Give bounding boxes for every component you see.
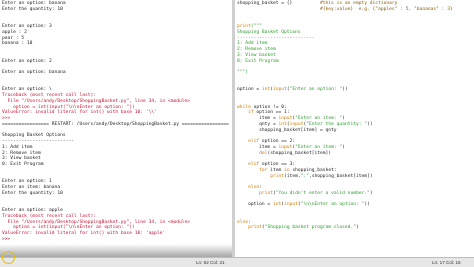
shell-line: ================= RESTART: /Users/andy/D… — [2, 121, 229, 127]
code-token: while — [237, 104, 251, 110]
code-token: """) — [237, 70, 249, 75]
code-token: print — [237, 24, 251, 29]
code-token: Shopping Basket Options — [237, 29, 301, 35]
code-token: 1: Add item — [237, 41, 268, 47]
code-token: print — [248, 225, 262, 231]
code-token: print — [270, 173, 285, 179]
code-token: option = — [237, 202, 273, 208]
code-token: (item, — [284, 173, 301, 179]
code-token: ) — [342, 116, 345, 121]
code-token: print — [259, 190, 273, 196]
code-token: 3: View basket — [237, 52, 276, 58]
code-token: #{key:value} e.g. {"apples" : 5, "banana… — [319, 6, 453, 12]
code-token: int — [261, 87, 271, 93]
code-token: )) — [364, 202, 370, 208]
code-token: input — [278, 116, 293, 121]
code-token: elif — [248, 139, 260, 144]
code-token: qnty = — [237, 121, 279, 127]
code-token: input — [278, 144, 293, 150]
code-token: ) — [355, 225, 359, 231]
code-token: shopping_basket: — [289, 167, 337, 173]
code-token: option == 1: — [253, 110, 290, 116]
code-token: input — [289, 121, 304, 127]
code-token: 0: Exit Program — [237, 58, 279, 64]
code-token: : — [259, 185, 262, 190]
code-token: )) — [367, 121, 373, 127]
editor-pane[interactable]: shopping_basket = {} #this is an empty d… — [235, 0, 474, 257]
code-token: option != — [250, 104, 282, 110]
code-token: elif — [248, 162, 260, 167]
code-token: input — [284, 202, 298, 208]
code-token: (""" — [250, 24, 262, 29]
code-token: item = — [237, 144, 279, 150]
shell-line: >>> — [2, 236, 14, 242]
code-token: "Enter the quantity: " — [306, 121, 368, 127]
code-token: "Enter an item: " — [295, 116, 343, 121]
code-token: "Enter an item: " — [295, 144, 343, 150]
code-token: ":" — [300, 173, 309, 179]
code-token: "Shopping basket program closed." — [264, 225, 356, 231]
code-token: "You didn't enter a valid number." — [275, 190, 370, 196]
code-token: (shopping_basket[item]) — [267, 150, 332, 156]
code-token: option = — [237, 87, 262, 93]
code-token: option == 2: — [259, 139, 296, 144]
shell-output[interactable]: Enter an option: banana Enter the quantit… — [2, 1, 232, 243]
code-editor[interactable]: shopping_basket = {} #this is an empty d… — [237, 1, 474, 231]
code-token: ---------------------------- — [237, 35, 315, 41]
editor-cursor-position: Ln: 17 Col: 16 — [432, 260, 461, 265]
code-token: option == 3: — [259, 162, 296, 167]
cursor-highlight-icon — [2, 251, 15, 264]
code-token: #this is an empty dictionary — [319, 1, 398, 6]
code-line: print("Shopping basket program closed.") — [237, 225, 474, 231]
code-token: "\n\nEnter an option: " — [300, 202, 365, 208]
code-token: else — [237, 219, 249, 225]
code-token: "Enter an option: " — [289, 87, 343, 93]
shell-cursor-position: Ln: 62 Col: 21 — [196, 260, 225, 265]
code-token: ) — [342, 144, 345, 150]
code-token: 2: Remove item — [237, 47, 276, 52]
python-shell-pane[interactable]: Enter an option: banana Enter the quantit… — [0, 0, 232, 257]
code-token: item — [267, 167, 285, 173]
code-token: shopping_basket = {} — [237, 1, 320, 6]
code-token: ) — [369, 190, 373, 196]
code-token: else — [248, 185, 260, 190]
code-token: int — [278, 121, 287, 127]
code-token: ,shopping_basket[item]) — [308, 173, 373, 179]
code-token: : — [248, 219, 251, 225]
code-line: #{key:value} e.g. {"apples" : 5, "banana… — [237, 7, 474, 13]
code-token: )) — [342, 87, 348, 93]
code-token: item = — [237, 116, 279, 121]
code-token: input — [273, 87, 287, 93]
code-token: : — [284, 104, 287, 110]
code-token: shopping_basket[item] = qnty — [237, 127, 337, 133]
